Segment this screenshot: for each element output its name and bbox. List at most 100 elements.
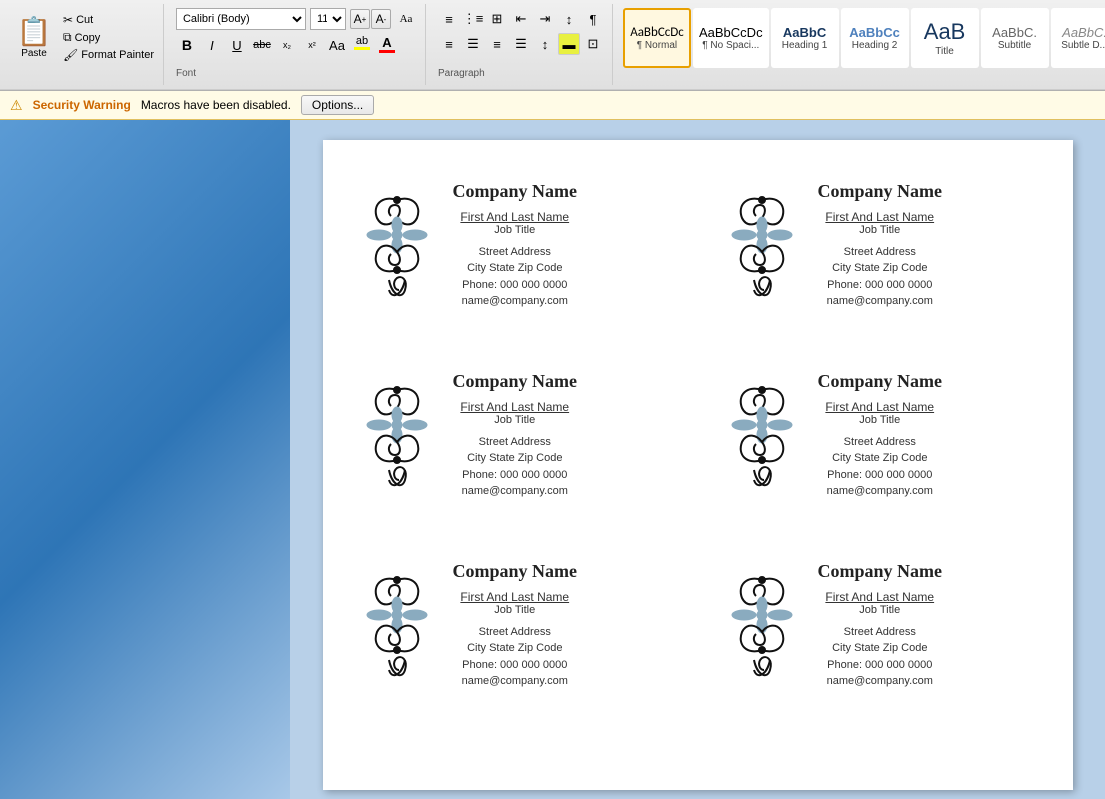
- font-size-select[interactable]: 11: [310, 8, 346, 30]
- style-title-preview: AaB: [924, 19, 966, 45]
- increase-font-size-button[interactable]: A+: [350, 9, 370, 29]
- decrease-font-size-button[interactable]: A-: [371, 9, 391, 29]
- security-warning-label: Security Warning: [33, 98, 131, 112]
- card-logo: [358, 180, 438, 310]
- business-card: Company Name First And Last Name Job Tit…: [343, 350, 688, 520]
- font-size-buttons: A+ A-: [350, 9, 391, 29]
- font-color-bar: [379, 50, 395, 53]
- options-button[interactable]: Options...: [301, 95, 374, 115]
- card-address: Street Address City State Zip Code Phone…: [462, 624, 568, 690]
- format-painter-label: Format Painter: [81, 49, 154, 61]
- style-heading2-button[interactable]: AaBbCc Heading 2: [841, 8, 909, 68]
- change-case-button[interactable]: Aa: [395, 8, 417, 30]
- copy-button[interactable]: ⧉ Copy: [60, 29, 157, 46]
- clipboard-group: 📋 Paste ✂ Cut ⧉ Copy 🖌 Format Painter: [6, 4, 164, 85]
- justify-button[interactable]: ☰: [510, 33, 532, 55]
- copy-label: Copy: [75, 32, 101, 44]
- card-person-name: First And Last Name: [825, 590, 934, 604]
- font-group: Calibri (Body) 11 A+ A- Aa B I U abc x₂ …: [168, 4, 426, 85]
- warning-icon: ⚠: [10, 97, 23, 114]
- format-painter-button[interactable]: 🖌 Format Painter: [60, 47, 157, 63]
- paste-icon: 📋: [17, 15, 52, 48]
- paragraph-group: ≡ ⋮≡ ⊞ ⇤ ⇥ ↕ ¶ ≡ ☰ ≡ ☰ ↕ ▬ ⊡ Paragraph: [430, 4, 613, 85]
- style-normal-button[interactable]: AaBbCcDc ¶ Normal: [623, 8, 691, 68]
- sidebar: [0, 120, 290, 799]
- security-bar: ⚠ Security Warning Macros have been disa…: [0, 91, 1105, 120]
- line-spacing-button[interactable]: ↕: [534, 33, 556, 55]
- font-bottom-row: B I U abc x₂ x² Aa ab A: [176, 34, 398, 56]
- font-color-icon: A: [382, 35, 391, 50]
- style-subtle-emph-button[interactable]: AaBbC. Subtle D...: [1051, 8, 1105, 68]
- card-job-title: Job Title: [859, 414, 900, 426]
- style-no-spacing-preview: AaBbCcDc: [699, 25, 763, 41]
- style-heading1-button[interactable]: AaBbC Heading 1: [771, 8, 839, 68]
- business-card: Company Name First And Last Name Job Tit…: [708, 540, 1053, 710]
- card-person-name: First And Last Name: [460, 590, 569, 604]
- font-group-label: Font: [176, 66, 196, 81]
- card-company-name: Company Name: [818, 561, 943, 582]
- italic-button[interactable]: I: [201, 34, 223, 56]
- card-job-title: Job Title: [494, 414, 535, 426]
- cut-button[interactable]: ✂ Cut: [60, 12, 157, 28]
- card-logo: [358, 370, 438, 500]
- style-normal-label: ¶ Normal: [637, 40, 677, 51]
- card-person-name: First And Last Name: [825, 210, 934, 224]
- format-painter-icon: 🖌: [63, 48, 78, 62]
- highlight-color-button[interactable]: ab: [351, 34, 373, 56]
- bold-button[interactable]: B: [176, 34, 198, 56]
- card-company-name: Company Name: [818, 181, 943, 202]
- border-button[interactable]: ⊡: [582, 33, 604, 55]
- align-right-button[interactable]: ≡: [486, 33, 508, 55]
- card-info: Company Name First And Last Name Job Tit…: [453, 181, 578, 310]
- style-normal-preview: AaBbCcDc: [630, 25, 684, 41]
- align-center-button[interactable]: ☰: [462, 33, 484, 55]
- shading-button[interactable]: ▬: [558, 33, 580, 55]
- show-marks-button[interactable]: ¶: [582, 8, 604, 30]
- style-no-spacing-button[interactable]: AaBbCcDc ¶ No Spaci...: [693, 8, 769, 68]
- paste-label: Paste: [21, 48, 47, 59]
- subscript-button[interactable]: x₂: [276, 34, 298, 56]
- card-info: Company Name First And Last Name Job Tit…: [818, 371, 943, 500]
- document-area[interactable]: Company Name First And Last Name Job Tit…: [290, 120, 1105, 799]
- card-company-name: Company Name: [453, 181, 578, 202]
- card-company-name: Company Name: [453, 371, 578, 392]
- card-info: Company Name First And Last Name Job Tit…: [453, 371, 578, 500]
- clear-formatting-button[interactable]: Aa: [326, 34, 348, 56]
- paragraph-bottom-row: ≡ ☰ ≡ ☰ ↕ ▬ ⊡: [438, 33, 604, 55]
- card-logo: [723, 180, 803, 310]
- increase-indent-button[interactable]: ⇥: [534, 8, 556, 30]
- clipboard-small-buttons: ✂ Cut ⧉ Copy 🖌 Format Painter: [60, 8, 157, 63]
- paste-button[interactable]: 📋 Paste: [12, 8, 56, 66]
- multilevel-list-button[interactable]: ⊞: [486, 8, 508, 30]
- card-info: Company Name First And Last Name Job Tit…: [818, 561, 943, 690]
- ribbon-toolbar: 📋 Paste ✂ Cut ⧉ Copy 🖌 Format Painter: [0, 0, 1105, 90]
- font-family-select[interactable]: Calibri (Body): [176, 8, 306, 30]
- card-info: Company Name First And Last Name Job Tit…: [453, 561, 578, 690]
- style-title-button[interactable]: AaB Title: [911, 8, 979, 68]
- styles-group: AaBbCcDc ¶ Normal AaBbCcDc ¶ No Spaci...…: [617, 4, 1105, 85]
- decrease-indent-button[interactable]: ⇤: [510, 8, 532, 30]
- business-card: Company Name First And Last Name Job Tit…: [343, 540, 688, 710]
- style-subtitle-button[interactable]: AaBbC. Subtitle: [981, 8, 1049, 68]
- superscript-button[interactable]: x²: [301, 34, 323, 56]
- font-color-button[interactable]: A: [376, 34, 398, 56]
- sort-button[interactable]: ↕: [558, 8, 580, 30]
- align-left-button[interactable]: ≡: [438, 33, 460, 55]
- underline-button[interactable]: U: [226, 34, 248, 56]
- style-heading2-label: Heading 2: [852, 40, 898, 51]
- card-logo: [358, 560, 438, 690]
- card-person-name: First And Last Name: [460, 400, 569, 414]
- style-subtitle-label: Subtitle: [998, 40, 1031, 51]
- card-company-name: Company Name: [818, 371, 943, 392]
- bullets-button[interactable]: ≡: [438, 8, 460, 30]
- strikethrough-button[interactable]: abc: [251, 34, 273, 56]
- business-cards-grid: Company Name First And Last Name Job Tit…: [343, 160, 1053, 710]
- highlight-color-bar: [354, 47, 370, 50]
- card-info: Company Name First And Last Name Job Tit…: [818, 181, 943, 310]
- numbering-button[interactable]: ⋮≡: [462, 8, 484, 30]
- card-logo: [723, 560, 803, 690]
- card-job-title: Job Title: [859, 604, 900, 616]
- business-card: Company Name First And Last Name Job Tit…: [343, 160, 688, 330]
- card-address: Street Address City State Zip Code Phone…: [462, 434, 568, 500]
- card-person-name: First And Last Name: [825, 400, 934, 414]
